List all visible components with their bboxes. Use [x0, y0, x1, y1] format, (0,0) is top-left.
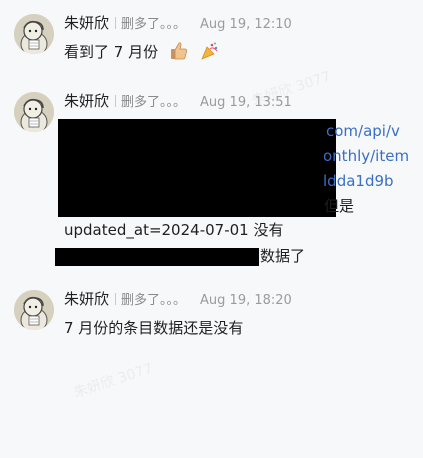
message-header: 朱妍欣 删多了。。。 Aug 19, 18:20 — [64, 290, 292, 308]
sender-name[interactable]: 朱妍欣 — [64, 92, 109, 110]
sender-name[interactable]: 朱妍欣 — [64, 290, 109, 308]
message-link[interactable]: ldda1d9b — [323, 170, 394, 192]
redaction-block — [58, 119, 336, 217]
party-popper-icon — [200, 41, 220, 67]
sender-status: 删多了。。。 — [121, 95, 187, 110]
thumbs-up-icon — [169, 41, 189, 67]
message-text: 7 月份的条目数据还是没有 — [64, 319, 244, 337]
avatar-image — [14, 92, 54, 132]
header-divider — [115, 293, 117, 305]
message-text: updated_at=2024-07-01 没有 — [64, 221, 284, 239]
message-header: 朱妍欣 删多了。。。 Aug 19, 13:51 — [64, 92, 292, 110]
message-body: 看到了 7 月份 — [64, 41, 220, 67]
header-divider — [115, 17, 117, 29]
message-time: Aug 19, 13:51 — [200, 95, 292, 110]
message-header: 朱妍欣 删多了。。。 Aug 19, 12:10 — [64, 14, 292, 32]
message-text: 看到了 7 月份 — [64, 43, 159, 61]
message-link[interactable]: onthly/item — [323, 145, 409, 167]
avatar[interactable] — [14, 92, 54, 132]
sender-status: 删多了。。。 — [121, 17, 187, 32]
message-time: Aug 19, 18:20 — [200, 293, 292, 308]
watermark: 朱妍欣 3077 — [71, 360, 155, 402]
avatar-image — [14, 14, 54, 54]
message-text: 但是 — [324, 197, 355, 215]
avatar[interactable] — [14, 290, 54, 330]
message-time: Aug 19, 12:10 — [200, 17, 292, 32]
sender-name[interactable]: 朱妍欣 — [64, 14, 109, 32]
message-body: 7 月份的条目数据还是没有 — [64, 317, 243, 339]
avatar[interactable] — [14, 14, 54, 54]
message-text: 数据了 — [260, 247, 306, 265]
avatar-image — [14, 290, 54, 330]
redaction-block — [55, 248, 259, 266]
message-link[interactable]: com/api/v — [326, 120, 400, 142]
sender-status: 删多了。。。 — [121, 293, 187, 308]
header-divider — [115, 95, 117, 107]
